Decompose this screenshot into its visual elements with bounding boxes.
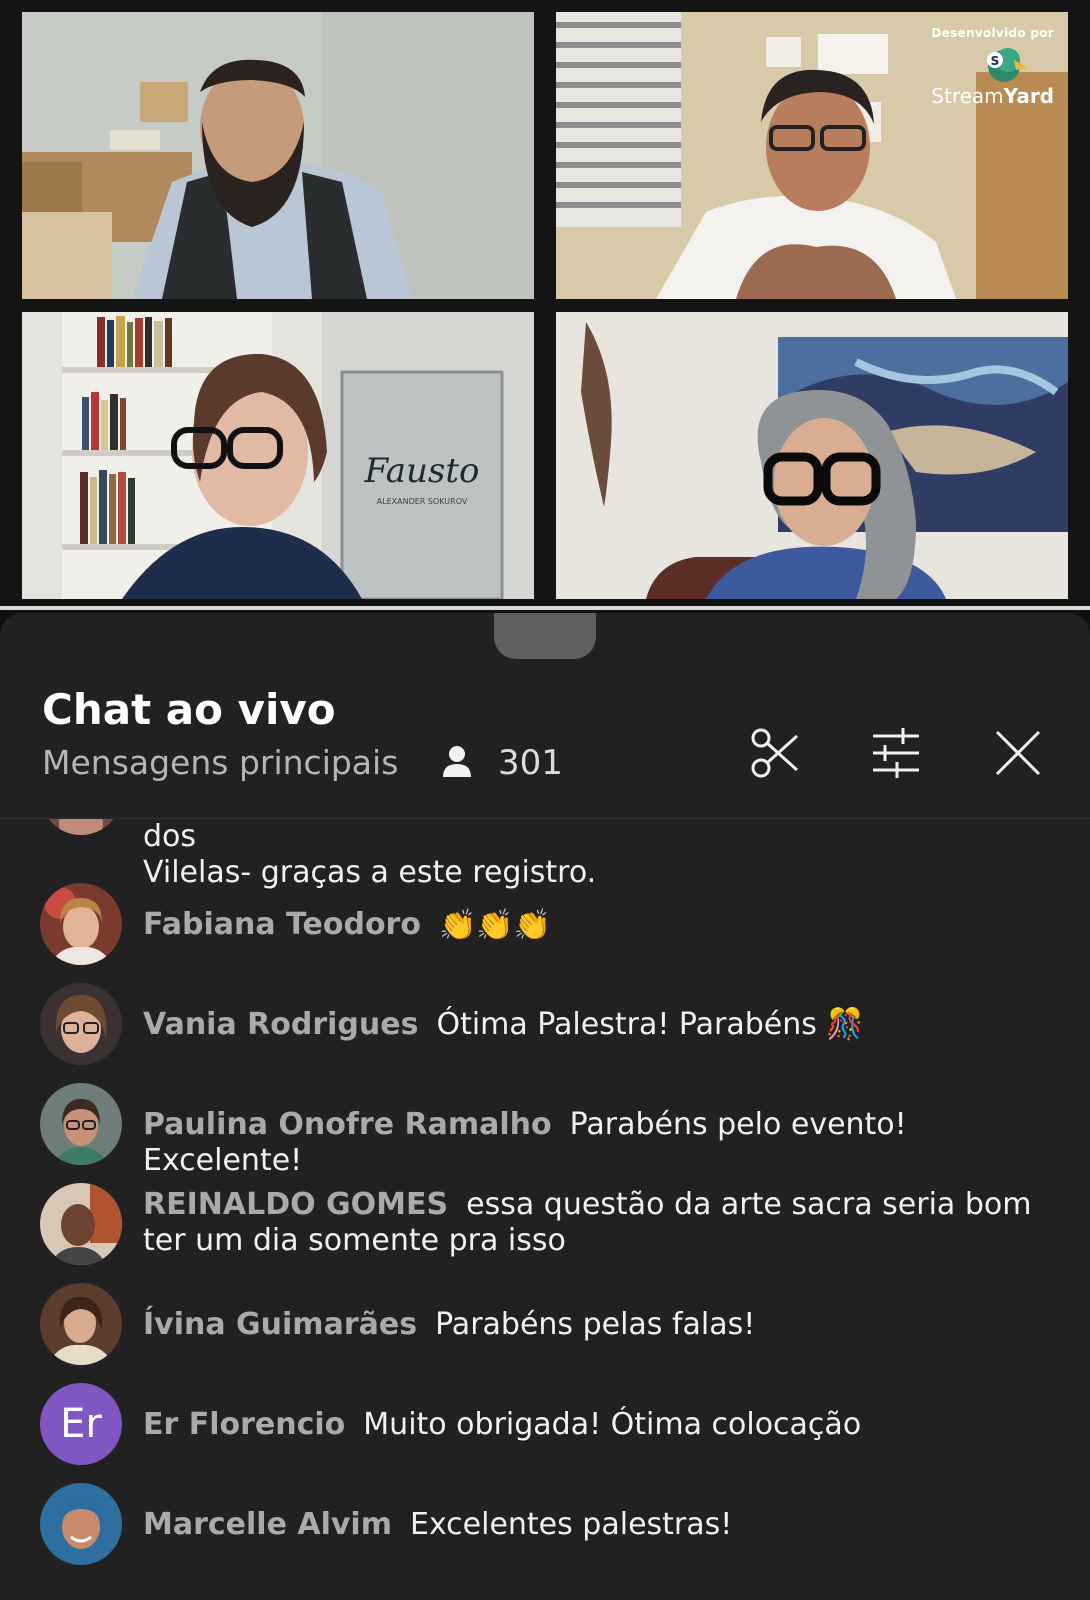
message-text: REINALDO GOMES essa questão da arte sacra… <box>143 1187 1042 1259</box>
message-line-2: Vilelas- graças a este registro. <box>143 855 597 890</box>
avatar <box>40 1183 122 1265</box>
poster-title: Fausto <box>363 451 479 491</box>
chat-message-list[interactable]: imagem de Nossa Senhora do Rosário de It… <box>0 803 1090 1600</box>
author-name: Vania Rodrigues <box>143 1007 419 1042</box>
live-chat-panel: Chat ao vivo Mensagens principais 301 do… <box>0 613 1090 1600</box>
chat-settings-button[interactable] <box>868 725 924 781</box>
video-bottom-divider <box>0 606 1090 610</box>
avatar <box>40 983 122 1065</box>
message-body: Ótima Palestra! Parabéns 🎊 <box>436 1007 864 1042</box>
clip-button[interactable] <box>748 725 804 781</box>
chat-mode-dropdown[interactable]: Mensagens principais <box>42 743 398 782</box>
close-icon <box>995 730 1041 776</box>
video-grid: Desenvolvido por S StreamYard Fausto ALE… <box>0 0 1090 612</box>
message-text: Er Florencio Muito obrigada! Ótima coloca… <box>143 1407 1042 1443</box>
author-name: Ívina Guimarães <box>143 1307 418 1342</box>
viewer-count: 301 <box>498 743 563 783</box>
brand-light: Stream <box>931 84 1004 108</box>
clapping-hands-icon: 👏👏👏 <box>438 907 552 943</box>
avatar <box>40 1083 122 1165</box>
streamyard-duck-icon: S <box>987 48 1028 82</box>
brand-bold: Yard <box>1003 84 1054 108</box>
chat-header: Chat ao vivo Mensagens principais 301 <box>0 673 1090 819</box>
message-text: Vania Rodrigues Ótima Palestra! Parabéns … <box>143 1007 1042 1043</box>
message-body-line-2: ter um dia somente pra isso <box>143 1223 566 1258</box>
message-text: Marcelle Alvim Excelentes palestras! <box>143 1507 1042 1543</box>
developed-by-label: Desenvolvido por <box>931 26 1054 40</box>
author-name: REINALDO GOMES <box>143 1187 449 1222</box>
message-body: essa questão da arte sacra seria bom <box>466 1187 1032 1222</box>
message-text: Fabiana Teodoro 👏👏👏 <box>143 907 1042 944</box>
chat-title: Chat ao vivo <box>42 685 336 734</box>
participant-video-4 <box>556 312 1068 599</box>
participant-video-2: Desenvolvido por S StreamYard <box>556 12 1068 299</box>
author-name: Paulina Onofre Ramalho <box>143 1107 552 1142</box>
message-body: Parabéns pelas falas! <box>435 1307 756 1342</box>
close-button[interactable] <box>990 725 1046 781</box>
participant-video-3: Fausto ALEXANDER SOKUROV <box>22 312 534 599</box>
person-icon <box>443 746 471 777</box>
avatar <box>40 883 122 965</box>
message-body: Muito obrigada! Ótima colocação <box>363 1407 862 1442</box>
streamyard-branding: Desenvolvido por S StreamYard <box>931 26 1054 108</box>
avatar <box>40 1483 122 1565</box>
message-body: Excelentes palestras! <box>409 1507 733 1542</box>
author-name: Fabiana Teodoro <box>143 907 421 942</box>
author-name: Marcelle Alvim <box>143 1507 392 1542</box>
participant-video-1 <box>22 12 534 299</box>
svg-text:S: S <box>991 54 1000 68</box>
sliders-icon <box>873 728 919 778</box>
streamyard-logo-text: StreamYard <box>931 84 1054 108</box>
author-name: Er Florencio <box>143 1407 346 1442</box>
avatar: Er <box>40 1383 122 1465</box>
drag-handle[interactable] <box>494 613 596 659</box>
avatar <box>40 1283 122 1365</box>
message-text: Ívina Guimarães Parabéns pelas falas! <box>143 1307 1042 1343</box>
scissors-icon <box>751 728 799 778</box>
poster-subtitle: ALEXANDER SOKUROV <box>377 497 468 506</box>
message-text: Paulina Onofre Ramalho Parabéns pelo even… <box>143 1107 1042 1179</box>
